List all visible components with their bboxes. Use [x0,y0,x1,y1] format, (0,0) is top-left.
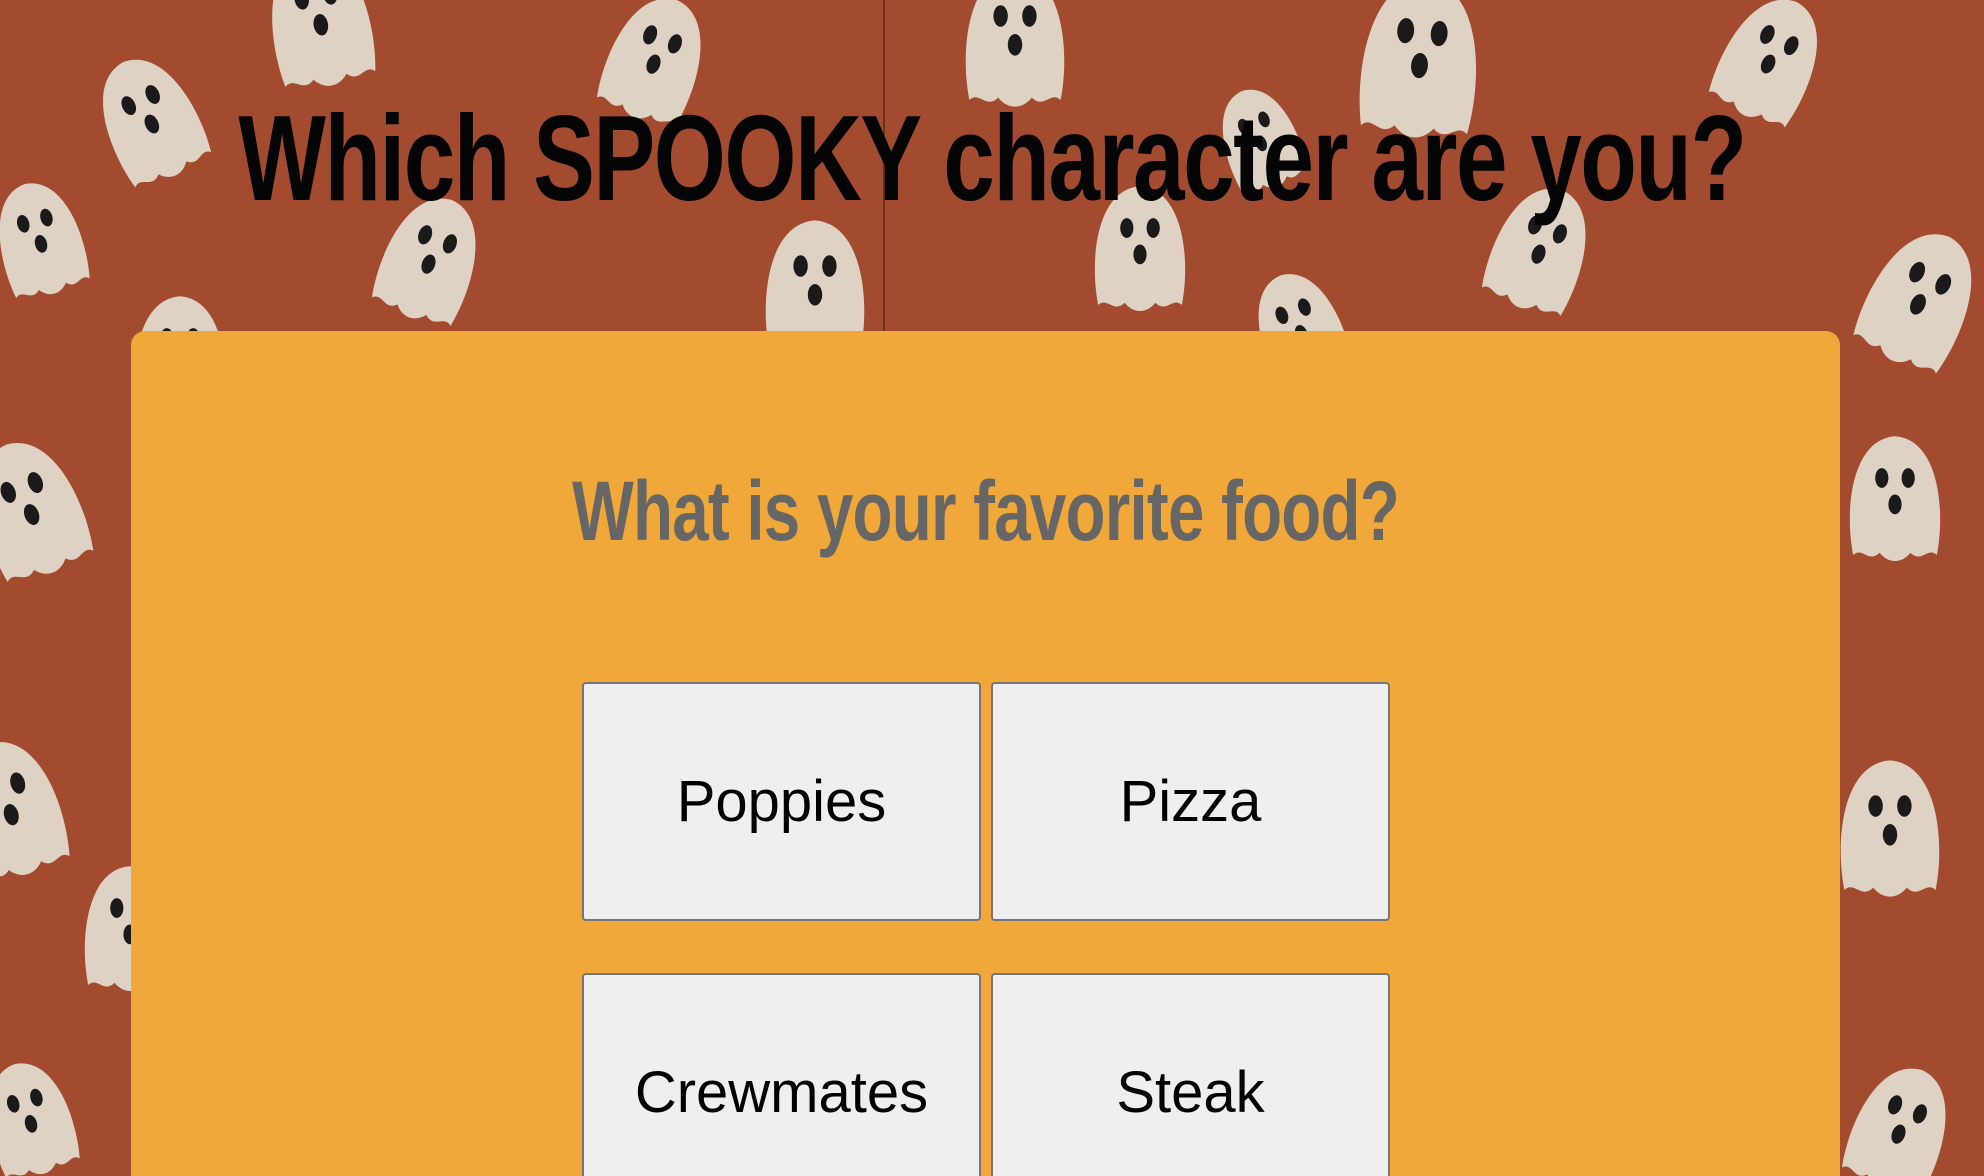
question-text: What is your favorite food? [571,464,1400,558]
answer-grid: Poppies Pizza Crewmates Steak [582,682,1391,1176]
answer-button-steak[interactable]: Steak [991,973,1390,1176]
page-title: Which SPOOKY character are you? [238,90,1747,226]
answer-button-poppies[interactable]: Poppies [582,682,981,921]
quiz-card: What is your favorite food? Poppies Pizz… [131,331,1840,1176]
answer-button-pizza[interactable]: Pizza [991,682,1390,921]
answer-button-crewmates[interactable]: Crewmates [582,973,981,1176]
